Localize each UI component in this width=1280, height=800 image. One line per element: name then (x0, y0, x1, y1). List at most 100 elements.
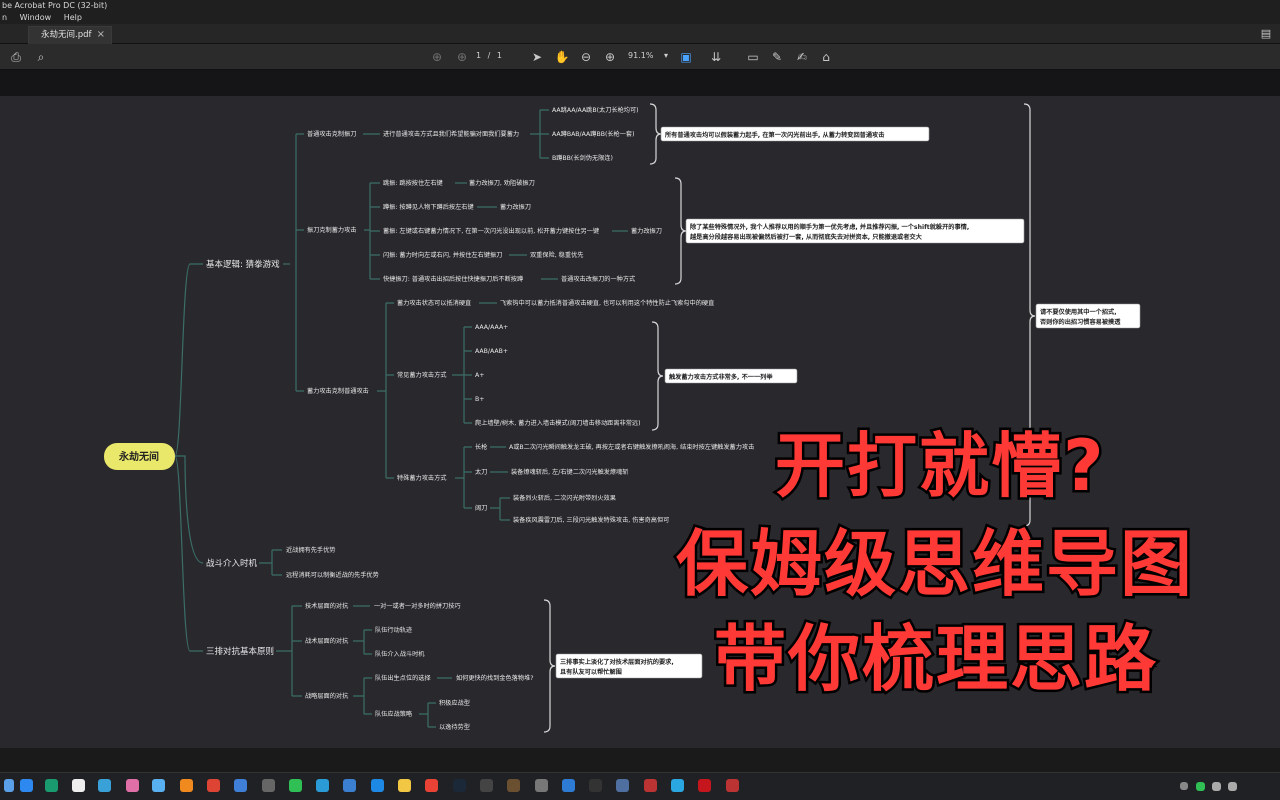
note-habit-line1[interactable]: 请不要仅使用其中一个招式, (1040, 308, 1117, 316)
vlc-icon[interactable] (180, 779, 193, 792)
node-spear[interactable]: 长枪 (475, 443, 487, 451)
node-quick-parry-note[interactable]: 普通攻击改振刀的一种方式 (561, 275, 635, 283)
node-charge-item-2[interactable]: AAB/AAB+ (475, 348, 508, 355)
volume-icon[interactable] (1228, 782, 1237, 791)
app-icon-20[interactable] (535, 779, 548, 792)
node-katana-note[interactable]: 装备燎魂斩后, 左/右键二次闪光触发燎魂斩 (511, 468, 628, 476)
app-icon-24[interactable] (644, 779, 657, 792)
node-melee[interactable]: 近战拥有先手优势 (286, 546, 336, 554)
close-icon[interactable]: × (97, 27, 105, 43)
node-strategy[interactable]: 队伍应战策略 (375, 710, 413, 718)
node-charge-item-4[interactable]: B+ (475, 396, 484, 403)
note-charge[interactable]: 触发蓄力攻击方式非常多, 不一一列举 (668, 373, 773, 381)
search-icon[interactable]: ⌕ (33, 49, 49, 65)
node-technical[interactable]: 技术层面的对抗 (305, 602, 348, 610)
node-charge-parry[interactable]: 蓄振: 左键或右键蓄力情况下, 在第一次闪光没出现以前, 松开蓄力键按住另一键 (383, 227, 599, 235)
zoom-level-select[interactable]: 91.1% ▾ (628, 48, 668, 64)
node-special-charge[interactable]: 特殊蓄力攻击方式 (397, 474, 447, 482)
node-normal-attack-desc[interactable]: 进行普通攻击方式且我们希望能骗对面我们要蓄力 (383, 130, 519, 138)
note-feint[interactable]: 所有普通攻击均可以假装蓄力起手, 在第一次闪光前出手, 从蓄力转变回普通攻击 (665, 131, 884, 139)
page-current[interactable]: 1 (476, 51, 481, 60)
chat-icon[interactable]: ▤ (1258, 26, 1274, 42)
app-icon-21[interactable] (562, 779, 575, 792)
app-icon-18[interactable] (480, 779, 493, 792)
draw-icon[interactable]: ✍ (794, 49, 810, 65)
node-combo-2[interactable]: AA蹲BAB/AA蹲BB(长枪一套) (552, 130, 635, 138)
node-parry[interactable]: 振刀克制蓄力攻击 (307, 226, 357, 234)
note-parry-line2[interactable]: 越是高分段越容易出现被偏然后被打一套, 从而彻底失去对拼资本, 只能撤退或者交大 (689, 233, 923, 241)
node-normal-attack[interactable]: 普通攻击克制振刀 (307, 130, 357, 138)
tray-icon[interactable] (1180, 782, 1188, 790)
menu-item-file[interactable]: n (2, 13, 7, 22)
node-jump-parry[interactable]: 跳振: 跳按按住左右键 (383, 179, 443, 187)
note-habit-line2[interactable]: 否则你的出招习惯容易被摸透 (1039, 318, 1121, 326)
app-icon-22[interactable] (589, 779, 602, 792)
node-combo-1[interactable]: AA跳AA/AA跳B(太刀长枪均可) (552, 106, 639, 114)
tray-wechat-icon[interactable] (1196, 782, 1205, 791)
print-icon[interactable]: ⎙ (8, 49, 24, 65)
node-team-route[interactable]: 队伍行动轨迹 (375, 626, 412, 634)
menu-item-window[interactable]: Window (20, 13, 52, 22)
start-icon[interactable] (4, 779, 14, 792)
node-crouch-parry-note[interactable]: 蓄力改振刀 (500, 203, 531, 211)
node-greatblade[interactable]: 阔刀 (475, 504, 487, 512)
node-charge-attack[interactable]: 蓄力攻击克制普通攻击 (307, 387, 369, 395)
node-greatblade-note-2[interactable]: 装备疾风震雷刀后, 三段闪光触发特殊攻击, 伤害奇高但可 (513, 516, 669, 524)
node-combo-3[interactable]: B蹲BB(长剑伪无限连) (552, 154, 613, 162)
node-engage-timing[interactable]: 战斗介入时机 (206, 558, 258, 569)
wechat-icon[interactable] (289, 779, 302, 792)
tray-icon-2[interactable] (1212, 782, 1221, 791)
node-charge-armor[interactable]: 蓄力攻击状态可以抵消硬直 (397, 299, 471, 307)
app-icon-10[interactable] (262, 779, 275, 792)
app-icon-5[interactable] (126, 779, 139, 792)
node-basic-logic[interactable]: 基本逻辑: 猜拳游戏 (206, 259, 280, 270)
node-charge-parry-note[interactable]: 蓄力改振刀 (631, 227, 662, 235)
select-cursor-icon[interactable]: ➤ (529, 49, 545, 65)
app-icon-14[interactable] (371, 779, 384, 792)
node-greatblade-note-1[interactable]: 装备烈火斩后, 二次闪光附带烈火效果 (513, 494, 616, 502)
edge-icon[interactable] (316, 779, 329, 792)
highlight-icon[interactable]: ✎ (769, 49, 785, 65)
page-down-icon[interactable]: ⊕ (454, 49, 470, 65)
folder-icon[interactable] (398, 779, 411, 792)
node-charge-item-3[interactable]: A+ (475, 372, 484, 379)
root-node[interactable]: 永劫无间 (118, 450, 159, 463)
node-charge-armor-note[interactable]: 飞索钩中可以蓄力抵消普通攻击硬直, 也可以利用这个特性防止飞索勾中的硬直 (500, 299, 714, 307)
node-spawn[interactable]: 队伍出生点位的选择 (375, 674, 431, 682)
chrome-icon[interactable] (425, 779, 438, 792)
app-icon-3[interactable] (72, 779, 85, 792)
zoom-out-icon[interactable]: ⊖ (578, 49, 594, 65)
app-icon-4[interactable] (98, 779, 111, 792)
node-crouch-parry[interactable]: 蹲振: 按蹲见人物下蹲后按左右键 (383, 203, 474, 211)
steam-icon[interactable] (453, 779, 466, 792)
node-tactical[interactable]: 战术层面的对抗 (305, 637, 348, 645)
note-trio-line2[interactable]: 且有队友可以帮忙解围 (560, 668, 622, 676)
menu-item-help[interactable]: Help (64, 13, 82, 22)
node-charge-item-5[interactable]: 爬上墙壁/树木, 蓄力进入墙击模式(阔刀墙击移动距离非常远) (475, 419, 641, 427)
hand-tool-icon[interactable]: ✋ (554, 49, 570, 65)
page-indicator[interactable]: 1 / 1 (476, 48, 502, 64)
app-icon-1[interactable] (20, 779, 33, 792)
node-trio-principles[interactable]: 三排对抗基本原则 (206, 646, 274, 657)
node-team-engage[interactable]: 队伍介入战斗时机 (375, 650, 425, 658)
app-icon-13[interactable] (343, 779, 356, 792)
node-technical-note[interactable]: 一对一或者一对多时的拼刀技巧 (374, 602, 461, 610)
node-jump-parry-note[interactable]: 蓄力改振刀, 劝阻破振刀 (469, 179, 535, 187)
node-ranged[interactable]: 远程消耗可以制衡近战的先手优势 (286, 571, 379, 579)
app-icon-2[interactable] (45, 779, 58, 792)
node-defensive[interactable]: 以逸待劳型 (439, 723, 470, 731)
node-dodge-parry[interactable]: 闪振: 蓄力时向左或右闪, 并按住左右键振刀 (383, 251, 502, 259)
chevron-down-icon[interactable]: ▾ (664, 51, 668, 60)
node-common-charge[interactable]: 常见蓄力攻击方式 (397, 371, 447, 379)
acrobat-icon[interactable] (698, 779, 711, 792)
comment-icon[interactable]: ▭ (745, 49, 761, 65)
node-spawn-note[interactable]: 如何更快的找到金色落物堆? (456, 674, 534, 682)
app-icon-6[interactable] (152, 779, 165, 792)
app-icon-8[interactable] (207, 779, 220, 792)
app-icon-27[interactable] (726, 779, 739, 792)
note-trio-line1[interactable]: 三排事实上淡化了对技术层面对抗的要求, (560, 658, 674, 666)
app-icon-19[interactable] (507, 779, 520, 792)
fit-page-icon[interactable]: ▣ (678, 49, 694, 65)
node-aggressive[interactable]: 积极应战型 (439, 699, 470, 707)
stamp-icon[interactable]: ⌂ (818, 49, 834, 65)
